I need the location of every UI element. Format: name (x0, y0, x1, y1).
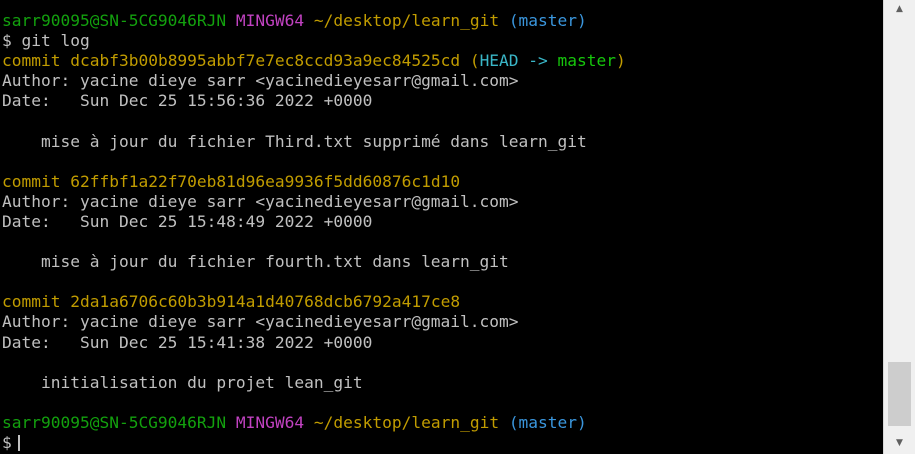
prompt-env: MINGW64 (235, 412, 305, 432)
scroll-down-arrow-icon[interactable]: ▼ (884, 434, 915, 452)
commit-date: Date: Sun Dec 25 15:48:49 2022 +0000 (2, 211, 373, 231)
refs-head: HEAD -> (479, 51, 548, 71)
commit-hash: dcabf3b00b8995abbf7e7ec8ccd93a9ec84525cd (70, 51, 461, 71)
commit-message: initialisation du projet lean_git (2, 372, 363, 392)
commit-message: mise à jour du fichier Third.txt supprim… (2, 131, 587, 151)
command-line: $ git log (2, 31, 90, 51)
prompt-env: MINGW64 (235, 11, 305, 30)
refs-close: ) (616, 51, 626, 71)
commit-hash: 62ffbf1a22f70eb81d96ea9936f5dd60876c1d10 (70, 171, 461, 191)
prompt-user-host: sarr90095@SN-5CG9046RJN (2, 412, 227, 432)
commit-author: Author: yacine dieye sarr <yacinedieyesa… (2, 191, 519, 211)
commit-label: commit (2, 51, 61, 71)
terminal-output: sarr90095@SN-5CG9046RJN MINGW64 ~/deskto… (2, 11, 626, 453)
commit-hash: 2da1a6706c60b3b914a1d40768dcb6792a417ce8 (70, 292, 461, 312)
prompt-path: ~/desktop/learn_git (313, 412, 500, 432)
vertical-scrollbar[interactable]: ▲ ▼ (883, 0, 915, 454)
commit-author: Author: yacine dieye sarr <yacinedieyesa… (2, 71, 519, 91)
scroll-up-arrow-icon[interactable]: ▲ (884, 0, 915, 18)
commit-label: commit (2, 171, 61, 191)
page-background-strip (0, 454, 915, 461)
commit-label: commit (2, 292, 61, 312)
commit-line: commit 2da1a6706c60b3b914a1d40768dcb6792… (2, 292, 626, 312)
text-cursor (17, 435, 20, 452)
prompt-line: sarr90095@SN-5CG9046RJN MINGW64 ~/deskto… (2, 11, 626, 31)
prompt-branch: (master) (508, 412, 587, 432)
commit-author: Author: yacine dieye sarr <yacinedieyesa… (2, 312, 519, 332)
commit-date: Date: Sun Dec 25 15:41:38 2022 +0000 (2, 332, 373, 352)
commit-line: commit dcabf3b00b8995abbf7e7ec8ccd93a9ec… (2, 51, 626, 71)
refs-open: ( (469, 51, 480, 71)
commit-date: Date: Sun Dec 25 15:56:36 2022 +0000 (2, 91, 373, 111)
prompt-branch: (master) (508, 11, 587, 30)
commit-message: mise à jour du fichier fourth.txt dans l… (2, 252, 509, 272)
scrollbar-thumb[interactable] (888, 362, 911, 426)
input-line[interactable]: $ (2, 433, 626, 453)
prompt-path: ~/desktop/learn_git (313, 11, 500, 30)
refs-branch: master (557, 51, 617, 71)
input-prompt: $ (2, 432, 12, 452)
prompt-line: sarr90095@SN-5CG9046RJN MINGW64 ~/deskto… (2, 413, 626, 433)
terminal-window[interactable]: sarr90095@SN-5CG9046RJN MINGW64 ~/deskto… (0, 0, 883, 454)
commit-line: commit 62ffbf1a22f70eb81d96ea9936f5dd608… (2, 172, 626, 192)
prompt-user-host: sarr90095@SN-5CG9046RJN (2, 11, 227, 30)
